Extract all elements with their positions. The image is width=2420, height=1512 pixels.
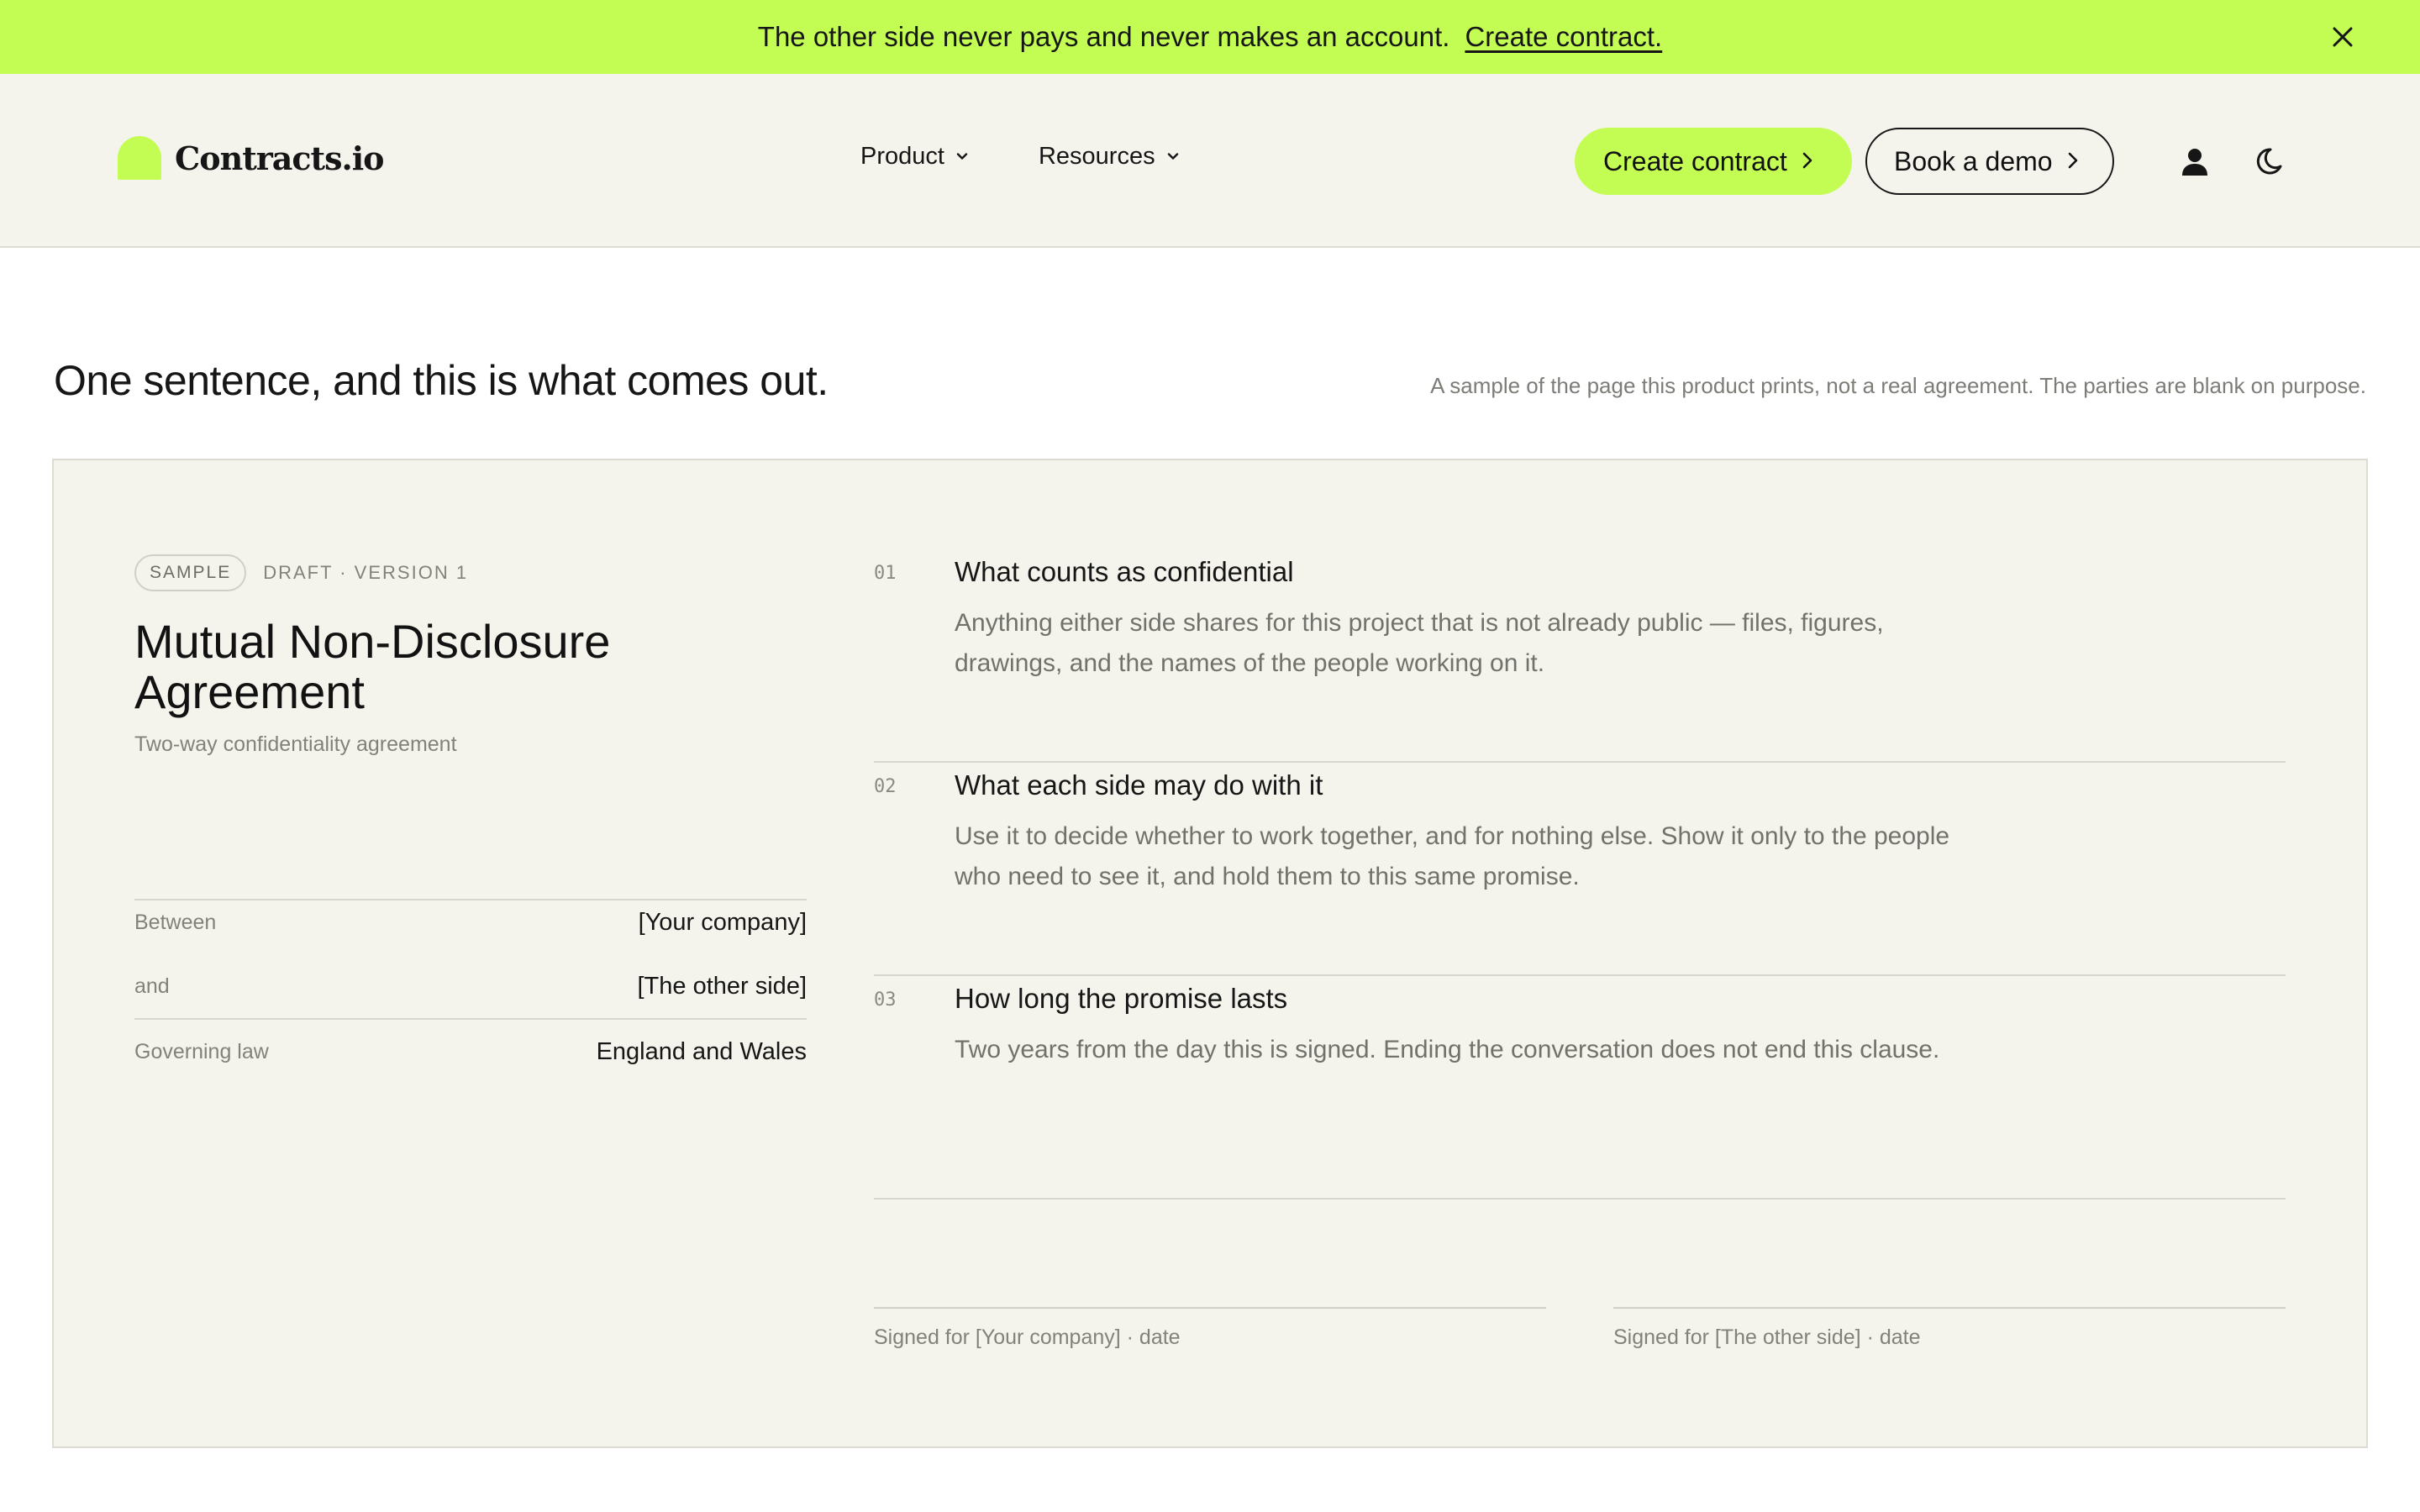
document-title: Mutual Non-Disclosure Agreement	[134, 615, 611, 718]
logo-mark	[118, 136, 161, 180]
clause-body: Use it to decide whether to work togethe…	[955, 822, 1950, 890]
clause-number: 03	[874, 990, 897, 1011]
party-value: [The other side]	[637, 972, 808, 1000]
signature-label: Signed for [Your company] · date	[874, 1326, 1181, 1349]
party-value: [Your company]	[638, 908, 807, 936]
sample-document: SAMPLE DRAFT · VERSION 1 Mutual Non-Disc…	[52, 459, 2368, 1448]
signature-line-other-side: Signed for [The other side] · date	[1613, 1307, 2286, 1350]
document-tags: SAMPLE DRAFT · VERSION 1	[134, 554, 807, 591]
chevron-down-icon	[944, 143, 970, 171]
signature-label: Signed for [The other side] · date	[1613, 1326, 1921, 1349]
clause-item: 03 How long the promise lasts Two years …	[874, 976, 2286, 1200]
party-label: Between	[134, 910, 217, 934]
party-value: England and Wales	[596, 1037, 807, 1065]
clause-body: Anything either side shares for this pro…	[955, 609, 1884, 677]
moon-icon[interactable]	[2249, 141, 2289, 181]
chevron-down-icon	[1155, 143, 1181, 171]
page-note: A sample of the page this product prints…	[1430, 373, 2366, 398]
nav-item-resources[interactable]: Resources	[1039, 143, 1181, 171]
page-title: One sentence, and this is what comes out…	[54, 357, 829, 404]
site-header: Contracts.io Product Resources Create co…	[0, 74, 2420, 248]
nav-item-product[interactable]: Product	[860, 143, 970, 171]
version-label: DRAFT · VERSION 1	[263, 562, 469, 583]
create-contract-button[interactable]: Create contract	[1575, 128, 1852, 195]
close-icon[interactable]	[2326, 20, 2360, 54]
clause-item: 02 What each side may do with it Use it …	[874, 763, 2286, 976]
book-demo-button[interactable]: Book a demo	[1865, 128, 2114, 195]
nav-item-label: Resources	[1038, 143, 1155, 170]
user-icon[interactable]	[2175, 141, 2215, 181]
party-label: Governing law	[134, 1039, 269, 1063]
signature-line-your-company: Signed for [Your company] · date	[874, 1307, 1546, 1350]
banner-message: The other side never pays and never make…	[757, 21, 1450, 52]
chevron-right-icon	[1787, 146, 1816, 177]
sample-badge: SAMPLE	[134, 554, 247, 591]
party-row-and: and [The other side]	[134, 954, 807, 1018]
clause-body: Two years from the day this is signed. E…	[955, 1036, 1940, 1063]
chevron-right-icon	[2053, 146, 2081, 177]
clause-heading: How long the promise lasts	[955, 983, 1288, 1014]
logo[interactable]: Contracts.io	[118, 136, 385, 180]
create-contract-label: Create contract	[1603, 145, 1787, 176]
party-row-between: Between [Your company]	[134, 890, 807, 954]
banner-create-contract-link[interactable]: Create contract.	[1465, 21, 1662, 53]
clause-number: 02	[874, 776, 897, 797]
logo-text: Contracts.io	[175, 139, 385, 177]
party-details: Between [Your company] and [The other si…	[134, 890, 807, 1084]
party-label: and	[134, 974, 170, 998]
clause-number: 01	[874, 563, 897, 584]
announcement-banner: The other side never pays and never make…	[0, 0, 2420, 74]
document-subtitle: Two-way confidentiality agreement	[134, 732, 457, 756]
document-summary: SAMPLE DRAFT · VERSION 1 Mutual Non-Disc…	[134, 554, 807, 1065]
book-demo-label: Book a demo	[1894, 145, 2053, 176]
clause-heading: What counts as confidential	[955, 556, 1294, 587]
clause-item: 01 What counts as confidential Anything …	[874, 549, 2286, 763]
nav-item-label: Product	[860, 143, 944, 170]
party-row-governing-law: Governing law England and Wales	[134, 1020, 807, 1084]
main-nav: Product Resources	[860, 143, 1181, 171]
clause-heading: What each side may do with it	[955, 769, 1323, 801]
clause-list: 01 What counts as confidential Anything …	[874, 549, 2286, 1200]
